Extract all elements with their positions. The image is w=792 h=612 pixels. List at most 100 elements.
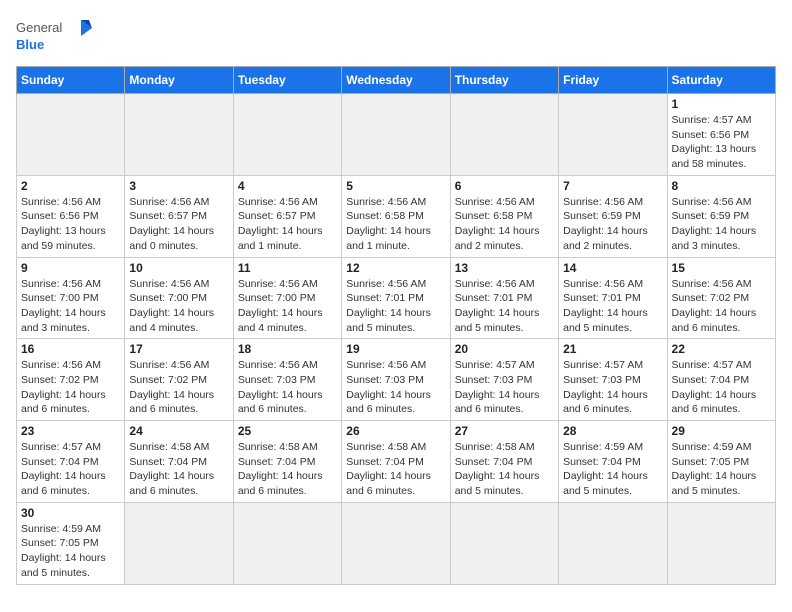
day-number: 2 bbox=[21, 179, 120, 193]
calendar-cell: 23 Sunrise: 4:57 AM Sunset: 7:04 PM Dayli… bbox=[17, 421, 125, 503]
day-info: Sunrise: 4:56 AM Sunset: 6:56 PM Dayligh… bbox=[21, 195, 120, 254]
day-info: Sunrise: 4:56 AM Sunset: 7:01 PM Dayligh… bbox=[455, 277, 554, 336]
day-header-thursday: Thursday bbox=[450, 67, 558, 94]
day-number: 16 bbox=[21, 342, 120, 356]
calendar-cell bbox=[450, 502, 558, 584]
day-number: 11 bbox=[238, 261, 337, 275]
calendar-cell: 18 Sunrise: 4:56 AM Sunset: 7:03 PM Dayli… bbox=[233, 339, 341, 421]
calendar-cell: 5Sunrise: 4:56 AM Sunset: 6:58 PM Daylig… bbox=[342, 175, 450, 257]
calendar-cell bbox=[125, 502, 233, 584]
calendar-cell: 14 Sunrise: 4:56 AM Sunset: 7:01 PM Dayli… bbox=[559, 257, 667, 339]
day-info: Sunrise: 4:57 AM Sunset: 7:04 PM Dayligh… bbox=[21, 440, 120, 499]
calendar-cell: 29Sunrise: 4:59 AM Sunset: 7:05 PM Dayli… bbox=[667, 421, 775, 503]
day-info: Sunrise: 4:56 AM Sunset: 7:03 PM Dayligh… bbox=[346, 358, 445, 417]
day-info: Sunrise: 4:56 AM Sunset: 7:00 PM Dayligh… bbox=[21, 277, 120, 336]
calendar-cell: 7 Sunrise: 4:56 AM Sunset: 6:59 PM Daylig… bbox=[559, 175, 667, 257]
day-number: 4 bbox=[238, 179, 337, 193]
day-info: Sunrise: 4:56 AM Sunset: 6:59 PM Dayligh… bbox=[672, 195, 771, 254]
day-number: 26 bbox=[346, 424, 445, 438]
day-info: Sunrise: 4:56 AM Sunset: 6:59 PM Dayligh… bbox=[563, 195, 662, 254]
calendar-cell: 2 Sunrise: 4:56 AM Sunset: 6:56 PM Daylig… bbox=[17, 175, 125, 257]
calendar-header-row: SundayMondayTuesdayWednesdayThursdayFrid… bbox=[17, 67, 776, 94]
day-number: 18 bbox=[238, 342, 337, 356]
day-info: Sunrise: 4:56 AM Sunset: 6:57 PM Dayligh… bbox=[129, 195, 228, 254]
day-info: Sunrise: 4:56 AM Sunset: 7:01 PM Dayligh… bbox=[346, 277, 445, 336]
calendar-week-row: 30 Sunrise: 4:59 AM Sunset: 7:05 PM Dayli… bbox=[17, 502, 776, 584]
calendar-week-row: 16 Sunrise: 4:56 AM Sunset: 7:02 PM Dayli… bbox=[17, 339, 776, 421]
calendar-cell bbox=[342, 94, 450, 176]
day-number: 9 bbox=[21, 261, 120, 275]
day-info: Sunrise: 4:56 AM Sunset: 7:02 PM Dayligh… bbox=[21, 358, 120, 417]
day-header-sunday: Sunday bbox=[17, 67, 125, 94]
calendar-cell: 16 Sunrise: 4:56 AM Sunset: 7:02 PM Dayli… bbox=[17, 339, 125, 421]
day-header-monday: Monday bbox=[125, 67, 233, 94]
calendar-cell: 17 Sunrise: 4:56 AM Sunset: 7:02 PM Dayli… bbox=[125, 339, 233, 421]
day-info: Sunrise: 4:58 AM Sunset: 7:04 PM Dayligh… bbox=[346, 440, 445, 499]
calendar-cell bbox=[559, 94, 667, 176]
calendar-cell: 27Sunrise: 4:58 AM Sunset: 7:04 PM Dayli… bbox=[450, 421, 558, 503]
day-number: 25 bbox=[238, 424, 337, 438]
day-info: Sunrise: 4:57 AM Sunset: 7:03 PM Dayligh… bbox=[455, 358, 554, 417]
day-number: 29 bbox=[672, 424, 771, 438]
calendar-cell: 25 Sunrise: 4:58 AM Sunset: 7:04 PM Dayli… bbox=[233, 421, 341, 503]
day-info: Sunrise: 4:56 AM Sunset: 7:02 PM Dayligh… bbox=[129, 358, 228, 417]
day-number: 1 bbox=[672, 97, 771, 111]
calendar-cell: 24 Sunrise: 4:58 AM Sunset: 7:04 PM Dayli… bbox=[125, 421, 233, 503]
calendar-cell: 28 Sunrise: 4:59 AM Sunset: 7:04 PM Dayli… bbox=[559, 421, 667, 503]
day-header-friday: Friday bbox=[559, 67, 667, 94]
day-number: 6 bbox=[455, 179, 554, 193]
svg-text:General: General bbox=[16, 20, 62, 35]
calendar-cell bbox=[342, 502, 450, 584]
day-info: Sunrise: 4:56 AM Sunset: 7:02 PM Dayligh… bbox=[672, 277, 771, 336]
day-number: 5 bbox=[346, 179, 445, 193]
day-info: Sunrise: 4:56 AM Sunset: 7:01 PM Dayligh… bbox=[563, 277, 662, 336]
calendar-cell bbox=[17, 94, 125, 176]
calendar-cell bbox=[559, 502, 667, 584]
day-number: 7 bbox=[563, 179, 662, 193]
day-number: 12 bbox=[346, 261, 445, 275]
day-info: Sunrise: 4:56 AM Sunset: 6:57 PM Dayligh… bbox=[238, 195, 337, 254]
calendar-week-row: 2 Sunrise: 4:56 AM Sunset: 6:56 PM Daylig… bbox=[17, 175, 776, 257]
day-number: 28 bbox=[563, 424, 662, 438]
day-number: 10 bbox=[129, 261, 228, 275]
day-info: Sunrise: 4:56 AM Sunset: 7:00 PM Dayligh… bbox=[238, 277, 337, 336]
day-header-tuesday: Tuesday bbox=[233, 67, 341, 94]
calendar-cell bbox=[233, 94, 341, 176]
day-info: Sunrise: 4:56 AM Sunset: 7:03 PM Dayligh… bbox=[238, 358, 337, 417]
day-number: 8 bbox=[672, 179, 771, 193]
day-number: 13 bbox=[455, 261, 554, 275]
calendar-cell: 11 Sunrise: 4:56 AM Sunset: 7:00 PM Dayli… bbox=[233, 257, 341, 339]
calendar-cell: 19 Sunrise: 4:56 AM Sunset: 7:03 PM Dayli… bbox=[342, 339, 450, 421]
calendar-cell: 9 Sunrise: 4:56 AM Sunset: 7:00 PM Daylig… bbox=[17, 257, 125, 339]
page-header: General Blue bbox=[16, 16, 776, 56]
day-number: 19 bbox=[346, 342, 445, 356]
day-info: Sunrise: 4:58 AM Sunset: 7:04 PM Dayligh… bbox=[129, 440, 228, 499]
day-number: 21 bbox=[563, 342, 662, 356]
calendar-cell: 12 Sunrise: 4:56 AM Sunset: 7:01 PM Dayli… bbox=[342, 257, 450, 339]
day-info: Sunrise: 4:58 AM Sunset: 7:04 PM Dayligh… bbox=[238, 440, 337, 499]
day-number: 20 bbox=[455, 342, 554, 356]
calendar-cell: 15Sunrise: 4:56 AM Sunset: 7:02 PM Dayli… bbox=[667, 257, 775, 339]
day-number: 24 bbox=[129, 424, 228, 438]
day-info: Sunrise: 4:59 AM Sunset: 7:04 PM Dayligh… bbox=[563, 440, 662, 499]
day-number: 22 bbox=[672, 342, 771, 356]
calendar-cell: 3Sunrise: 4:56 AM Sunset: 6:57 PM Daylig… bbox=[125, 175, 233, 257]
calendar-cell: 21Sunrise: 4:57 AM Sunset: 7:03 PM Dayli… bbox=[559, 339, 667, 421]
day-header-wednesday: Wednesday bbox=[342, 67, 450, 94]
day-info: Sunrise: 4:58 AM Sunset: 7:04 PM Dayligh… bbox=[455, 440, 554, 499]
calendar-cell: 30 Sunrise: 4:59 AM Sunset: 7:05 PM Dayli… bbox=[17, 502, 125, 584]
logo: General Blue bbox=[16, 16, 96, 56]
day-number: 17 bbox=[129, 342, 228, 356]
day-number: 30 bbox=[21, 506, 120, 520]
general-blue-logo-icon: General Blue bbox=[16, 16, 96, 56]
calendar-cell: 20 Sunrise: 4:57 AM Sunset: 7:03 PM Dayli… bbox=[450, 339, 558, 421]
day-info: Sunrise: 4:57 AM Sunset: 6:56 PM Dayligh… bbox=[672, 113, 771, 172]
calendar-cell: 10Sunrise: 4:56 AM Sunset: 7:00 PM Dayli… bbox=[125, 257, 233, 339]
day-number: 23 bbox=[21, 424, 120, 438]
calendar-cell bbox=[125, 94, 233, 176]
calendar-cell bbox=[667, 502, 775, 584]
calendar-cell: 13 Sunrise: 4:56 AM Sunset: 7:01 PM Dayli… bbox=[450, 257, 558, 339]
day-info: Sunrise: 4:56 AM Sunset: 6:58 PM Dayligh… bbox=[455, 195, 554, 254]
day-info: Sunrise: 4:59 AM Sunset: 7:05 PM Dayligh… bbox=[21, 522, 120, 581]
day-number: 14 bbox=[563, 261, 662, 275]
